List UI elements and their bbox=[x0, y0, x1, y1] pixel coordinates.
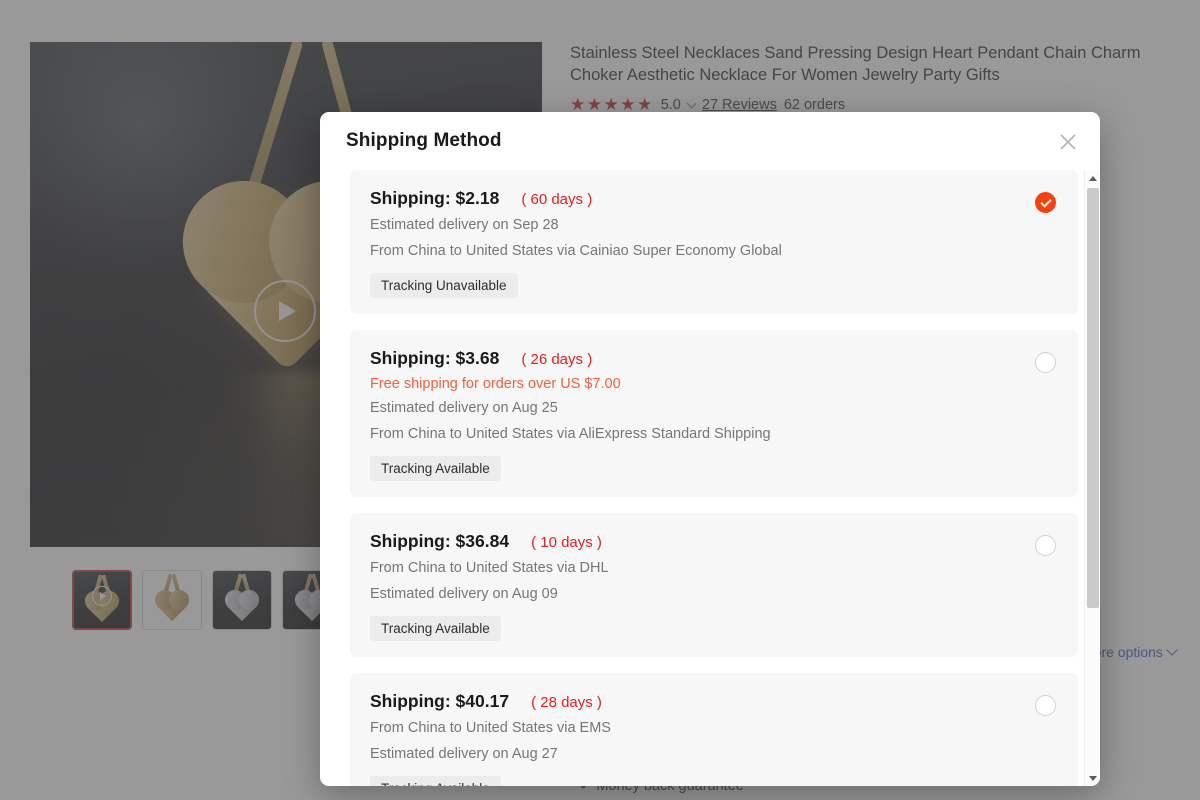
free-shipping-note: Free shipping for orders over US $7.00 bbox=[370, 376, 621, 392]
caret-down-icon bbox=[1089, 775, 1097, 781]
tracking-badge: Tracking Available bbox=[370, 456, 501, 481]
shipping-option-radio[interactable] bbox=[1035, 352, 1056, 373]
shipping-option-radio[interactable] bbox=[1035, 535, 1056, 556]
modal-header: Shipping Method bbox=[320, 112, 1100, 170]
shipping-price: Shipping: $40.17 bbox=[370, 691, 510, 711]
shipping-option-row[interactable]: Shipping: $40.17 ( 28 days ) From China … bbox=[350, 673, 1078, 786]
shipping-delivery-estimate: Estimated delivery on Aug 09 bbox=[370, 586, 558, 602]
modal-scrollbar[interactable] bbox=[1084, 170, 1100, 786]
close-icon bbox=[1060, 134, 1076, 150]
tracking-badge: Tracking Unavailable bbox=[370, 273, 518, 298]
shipping-price: Shipping: $3.68 bbox=[370, 348, 500, 368]
shipping-price: Shipping: $36.84 bbox=[370, 531, 510, 551]
shipping-delivery-estimate: Estimated delivery on Aug 27 bbox=[370, 746, 558, 762]
close-button[interactable] bbox=[1052, 126, 1084, 158]
scroll-down-button[interactable] bbox=[1085, 770, 1100, 786]
shipping-option-radio-selected[interactable] bbox=[1035, 192, 1056, 213]
shipping-method-modal: Shipping Method Shipping: $2.18 ( 60 day… bbox=[320, 112, 1100, 786]
shipping-option-header: Shipping: $2.18 ( 60 days ) bbox=[370, 188, 1058, 209]
shipping-days: ( 26 days ) bbox=[521, 351, 593, 368]
shipping-options-list: Shipping: $2.18 ( 60 days ) Estimated de… bbox=[350, 170, 1078, 786]
shipping-option-row[interactable]: Shipping: $2.18 ( 60 days ) Estimated de… bbox=[350, 170, 1078, 314]
shipping-days: ( 28 days ) bbox=[531, 694, 602, 711]
modal-title: Shipping Method bbox=[346, 130, 502, 151]
shipping-delivery-estimate: Estimated delivery on Sep 28 bbox=[370, 217, 559, 233]
tracking-badge: Tracking Available bbox=[370, 616, 501, 641]
modal-body: Shipping: $2.18 ( 60 days ) Estimated de… bbox=[320, 170, 1100, 786]
shipping-days: ( 10 days ) bbox=[531, 534, 602, 551]
shipping-option-radio[interactable] bbox=[1035, 695, 1056, 716]
shipping-route: From China to United States via EMS bbox=[370, 720, 611, 736]
check-icon bbox=[1039, 195, 1052, 208]
tracking-badge: Tracking Available bbox=[370, 776, 501, 786]
shipping-option-row[interactable]: Shipping: $3.68 ( 26 days ) Free shippin… bbox=[350, 330, 1078, 497]
shipping-delivery-estimate: Estimated delivery on Aug 25 bbox=[370, 400, 558, 416]
shipping-route: From China to United States via AliExpre… bbox=[370, 426, 771, 442]
shipping-price: Shipping: $2.18 bbox=[370, 188, 500, 208]
shipping-days: ( 60 days ) bbox=[521, 191, 593, 208]
shipping-option-header: Shipping: $40.17 ( 28 days ) bbox=[370, 691, 1058, 712]
shipping-option-row[interactable]: Shipping: $36.84 ( 10 days ) From China … bbox=[350, 513, 1078, 657]
shipping-option-header: Shipping: $36.84 ( 10 days ) bbox=[370, 531, 1058, 552]
shipping-route: From China to United States via Cainiao … bbox=[370, 243, 782, 259]
shipping-option-header: Shipping: $3.68 ( 26 days ) bbox=[370, 348, 1058, 369]
caret-up-icon bbox=[1089, 175, 1097, 181]
shipping-route: From China to United States via DHL bbox=[370, 560, 609, 576]
scroll-up-button[interactable] bbox=[1085, 170, 1100, 186]
scrollbar-thumb[interactable] bbox=[1087, 188, 1099, 608]
page-root: Stainless Steel Necklaces Sand Pressing … bbox=[0, 0, 1200, 800]
